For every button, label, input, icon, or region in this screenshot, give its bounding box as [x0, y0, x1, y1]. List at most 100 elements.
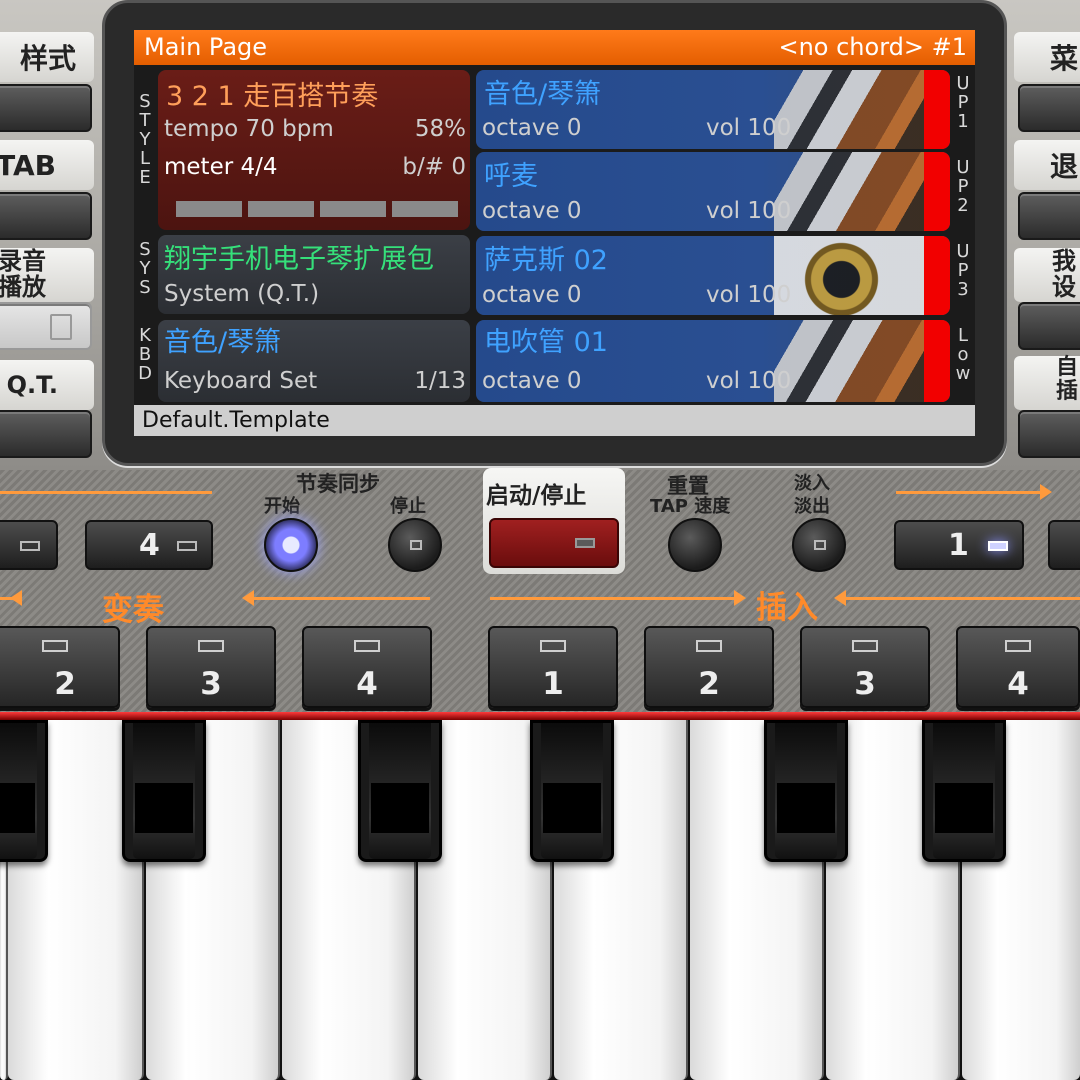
voice-octave: octave 0: [482, 368, 582, 394]
sys-side-label: SYS: [139, 239, 151, 298]
voice-panel-up2[interactable]: 呼麦 octave 0 vol 100: [476, 152, 950, 231]
arrow-right-icon: [1040, 484, 1052, 500]
auto-fill-button[interactable]: [1018, 410, 1080, 458]
fill-pad-2[interactable]: 2: [644, 626, 774, 708]
black-key[interactable]: [0, 720, 48, 862]
pad-led: [852, 640, 878, 652]
sys-panel[interactable]: 翔宇手机电子琴扩展包 System (Q.T.): [158, 235, 470, 314]
fill-2-small-button[interactable]: [1048, 520, 1080, 570]
start-stop-button[interactable]: [489, 518, 619, 568]
variation-pad-3[interactable]: 3: [146, 626, 276, 708]
template-name: Default.Template: [142, 408, 330, 433]
pad-number: 2: [698, 666, 720, 702]
template-bar[interactable]: Default.Template: [134, 405, 975, 436]
variation-4-small-button[interactable]: 4: [85, 520, 213, 570]
variation-pad-2[interactable]: 2: [0, 626, 120, 708]
tap-tempo-label: TAP 速度: [650, 496, 731, 517]
tempo-percent: 58%: [414, 116, 466, 142]
fill-1-small-button[interactable]: 1: [894, 520, 1024, 570]
exit-button[interactable]: [1018, 192, 1080, 240]
sync-title: 节奏同步: [296, 472, 380, 496]
voice-panel-up3[interactable]: 萨克斯 02 octave 0 vol 100: [476, 236, 950, 315]
fade-button[interactable]: [792, 518, 846, 572]
voice-volume: vol 100: [706, 198, 792, 224]
pad-led: [696, 640, 722, 652]
menu-label: 菜: [1050, 42, 1079, 75]
sync-stop-button[interactable]: [388, 518, 442, 572]
style-name: 3 2 1 走百搭节奏: [166, 81, 379, 112]
voice-active-bar: [924, 320, 950, 402]
tab-button[interactable]: [0, 192, 92, 240]
qt-button[interactable]: [0, 410, 92, 458]
pad-number: 1: [542, 666, 564, 702]
black-key[interactable]: [358, 720, 442, 862]
fade-in-label: 淡入: [794, 473, 830, 494]
exit-button-label: 退: [1014, 140, 1080, 190]
tempo-value: tempo 70 bpm: [164, 116, 334, 142]
menu-button[interactable]: [1018, 84, 1080, 132]
beat-progress: [176, 201, 458, 217]
voice-octave: octave 0: [482, 282, 582, 308]
playback-label: 播放: [0, 273, 46, 301]
pad-led: [540, 640, 566, 652]
tap-tempo-button[interactable]: [668, 518, 722, 572]
variation-pad-4[interactable]: 4: [302, 626, 432, 708]
chord-indicator: <no chord> #1: [778, 33, 967, 61]
voice-panel-low[interactable]: 电吹管 01 octave 0 vol 100: [476, 320, 950, 402]
transpose-value: b/# 0: [402, 154, 466, 180]
voice-panel-up1[interactable]: 音色/琴箫 octave 0 vol 100: [476, 70, 950, 149]
beat-segment: [392, 201, 458, 217]
pad-led: [1005, 640, 1031, 652]
kbd-name: 音色/琴箫: [164, 327, 282, 358]
up1-side-label: UP1: [956, 73, 970, 132]
insert-label: 插: [1056, 379, 1079, 404]
button-led: [410, 540, 422, 550]
sync-start-label: 开始: [264, 496, 300, 517]
kbd-panel[interactable]: 音色/琴箫 Keyboard Set 1/13: [158, 320, 470, 402]
guitar-piano-image: [774, 320, 924, 402]
style-label: 样式: [19, 42, 76, 75]
button-led: [20, 541, 40, 551]
my-settings-button-label: 我 设: [1014, 248, 1080, 302]
fill-pad-3[interactable]: 3: [800, 626, 930, 708]
pad-number: 3: [200, 666, 222, 702]
keyboard-set: Keyboard Set: [164, 368, 318, 394]
sync-start-button[interactable]: [264, 518, 318, 572]
style-button-label: 样式: [0, 32, 94, 82]
tab-button-label: TAB: [0, 140, 94, 190]
black-key[interactable]: [122, 720, 206, 862]
my-settings-button[interactable]: [1018, 302, 1080, 350]
style-panel[interactable]: 3 2 1 走百搭节奏 tempo 70 bpm 58% meter 4/4 b…: [158, 70, 470, 230]
up3-side-label: UP3: [956, 241, 970, 300]
page-title: Main Page: [144, 33, 268, 61]
voice-active-bar: [924, 236, 950, 315]
black-key[interactable]: [922, 720, 1006, 862]
beat-segment: [320, 201, 386, 217]
fill-pad-4[interactable]: 4: [956, 626, 1080, 708]
button-number: 1: [948, 528, 969, 563]
auto-fill-button-label: 自 插: [1014, 356, 1080, 410]
voice-name: 电吹管 01: [484, 327, 608, 358]
beat-segment: [248, 201, 314, 217]
tab-label: TAB: [0, 148, 56, 182]
pad-number: 2: [54, 666, 76, 702]
meter-value: meter 4/4: [164, 154, 278, 180]
pad-number: 3: [854, 666, 876, 702]
record-button[interactable]: [0, 302, 92, 350]
black-key[interactable]: [764, 720, 848, 862]
voice-name: 音色/琴箫: [484, 79, 602, 110]
settings-label: 设: [1052, 273, 1076, 301]
pad-led: [42, 640, 68, 652]
start-stop-label: 启动/停止: [486, 483, 587, 509]
menu-button-label: 菜: [1014, 32, 1080, 82]
main-screen: Main Page <no chord> #1 STYLE SYS KBD UP…: [134, 30, 975, 436]
button-led-lit: [988, 541, 1008, 551]
voice-octave: octave 0: [482, 198, 582, 224]
beat-segment: [176, 201, 242, 217]
divider-line: [0, 597, 20, 600]
black-key[interactable]: [530, 720, 614, 862]
variation-3-small-button[interactable]: [0, 520, 58, 570]
fill-pad-1[interactable]: 1: [488, 626, 618, 708]
style-button[interactable]: [0, 84, 92, 132]
pad-led: [198, 640, 224, 652]
